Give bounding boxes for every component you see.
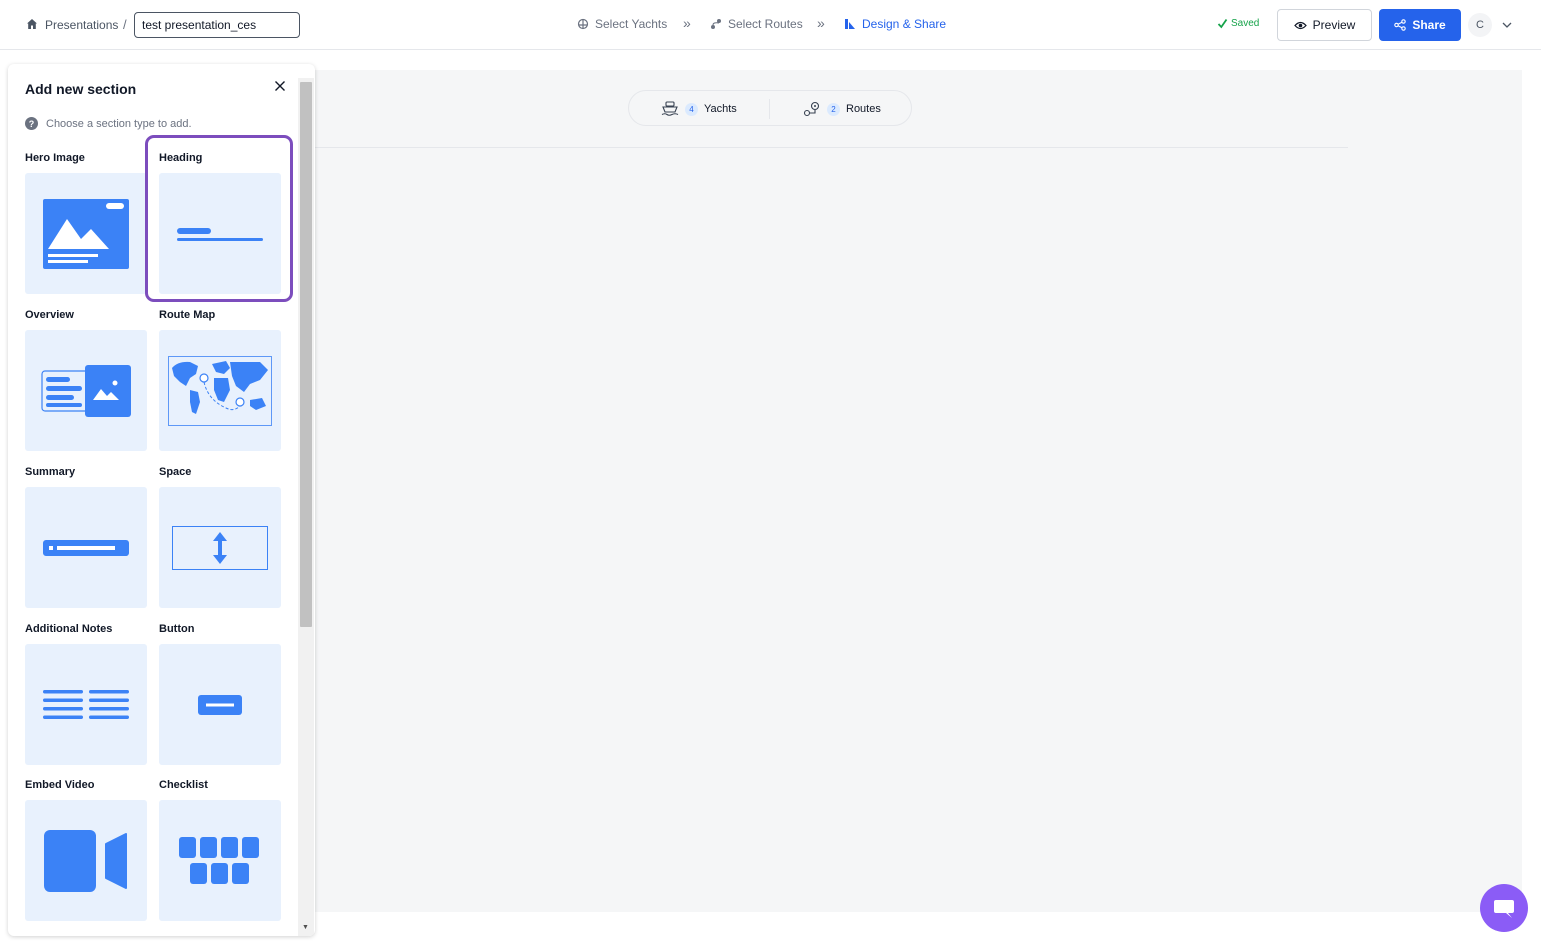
button-icon	[198, 694, 242, 715]
section-label: Checklist	[159, 779, 208, 791]
summary-pill: 4 Yachts 2 Routes	[628, 90, 912, 126]
section-label: Embed Video	[25, 779, 95, 791]
panel-hint: ? Choose a section type to add.	[25, 117, 192, 130]
section-label: Summary	[25, 466, 76, 478]
eye-icon	[1293, 21, 1307, 29]
step-select-routes[interactable]: Select Routes	[710, 17, 803, 31]
section-label: Overview	[25, 309, 74, 321]
step-design-share[interactable]: Design & Share	[844, 17, 946, 31]
section-additional-notes[interactable]	[25, 644, 147, 765]
panel-scrollbar-thumb[interactable]	[300, 82, 312, 627]
yacht-icon	[661, 101, 679, 116]
pill-divider	[769, 99, 770, 119]
route-icon	[711, 19, 721, 29]
saved-label: Saved	[1231, 18, 1260, 29]
breadcrumb-presentations[interactable]: Presentations	[45, 18, 118, 32]
chat-button[interactable]	[1480, 884, 1528, 932]
section-space[interactable]	[159, 487, 281, 608]
routes-label: Routes	[846, 103, 881, 115]
presentation-title-input[interactable]	[134, 12, 300, 38]
share-label: Share	[1412, 18, 1446, 32]
preview-button[interactable]: Preview	[1277, 9, 1372, 41]
overview-icon	[41, 364, 131, 417]
step-label: Select Routes	[728, 17, 803, 31]
breadcrumb-separator: /	[123, 17, 127, 32]
section-label: Button	[159, 623, 195, 635]
section-embed-video[interactable]	[25, 800, 147, 921]
space-icon	[172, 525, 268, 570]
share-button[interactable]: Share	[1379, 9, 1461, 41]
share-icon	[1394, 19, 1407, 31]
route-map-icon	[168, 355, 272, 426]
step-chevron-icon: »	[683, 15, 691, 31]
chevron-down-icon[interactable]	[1501, 19, 1513, 31]
section-label: Space	[159, 466, 192, 478]
step-label: Select Yachts	[595, 17, 668, 31]
design-icon	[845, 19, 855, 29]
scroll-down-icon[interactable]: ▼	[302, 924, 309, 931]
section-summary[interactable]	[25, 487, 147, 608]
help-icon: ?	[25, 117, 38, 130]
hero-image-icon	[43, 198, 129, 269]
yachts-summary[interactable]: 4 Yachts	[661, 101, 737, 117]
route-icon	[803, 101, 820, 117]
home-icon[interactable]	[26, 18, 38, 30]
step-select-yachts[interactable]: Select Yachts	[577, 17, 667, 31]
top-bar: Presentations / Select Yachts » Select R…	[0, 0, 1541, 50]
routes-count: 2	[827, 102, 840, 116]
section-hero-image[interactable]	[25, 173, 147, 294]
step-label: Design & Share	[862, 17, 947, 31]
yacht-icon	[577, 18, 589, 30]
preview-label: Preview	[1312, 18, 1356, 32]
yachts-count: 4	[685, 102, 698, 116]
check-icon	[1217, 18, 1228, 29]
close-icon[interactable]	[272, 78, 288, 94]
section-label: Additional Notes	[25, 623, 113, 635]
selected-section-outline	[145, 135, 293, 302]
section-button[interactable]	[159, 644, 281, 765]
section-label: Route Map	[159, 309, 216, 321]
notes-icon	[43, 689, 129, 719]
section-route-map[interactable]	[159, 330, 281, 451]
avatar[interactable]: C	[1468, 13, 1492, 37]
yachts-label: Yachts	[704, 103, 737, 115]
add-section-panel: Add new section ? Choose a section type …	[8, 64, 315, 936]
saved-status: Saved	[1217, 18, 1259, 29]
section-overview[interactable]	[25, 330, 147, 451]
canvas-divider	[315, 147, 1348, 148]
summary-icon	[43, 539, 129, 556]
panel-title: Add new section	[25, 81, 137, 97]
chat-icon	[1494, 900, 1514, 918]
hint-text: Choose a section type to add.	[46, 117, 192, 130]
checklist-icon	[179, 836, 259, 884]
section-checklist[interactable]	[159, 800, 281, 921]
routes-summary[interactable]: 2 Routes	[803, 101, 881, 117]
section-label: Hero Image	[25, 152, 85, 164]
video-icon	[44, 829, 127, 892]
step-chevron-icon: »	[817, 15, 825, 31]
